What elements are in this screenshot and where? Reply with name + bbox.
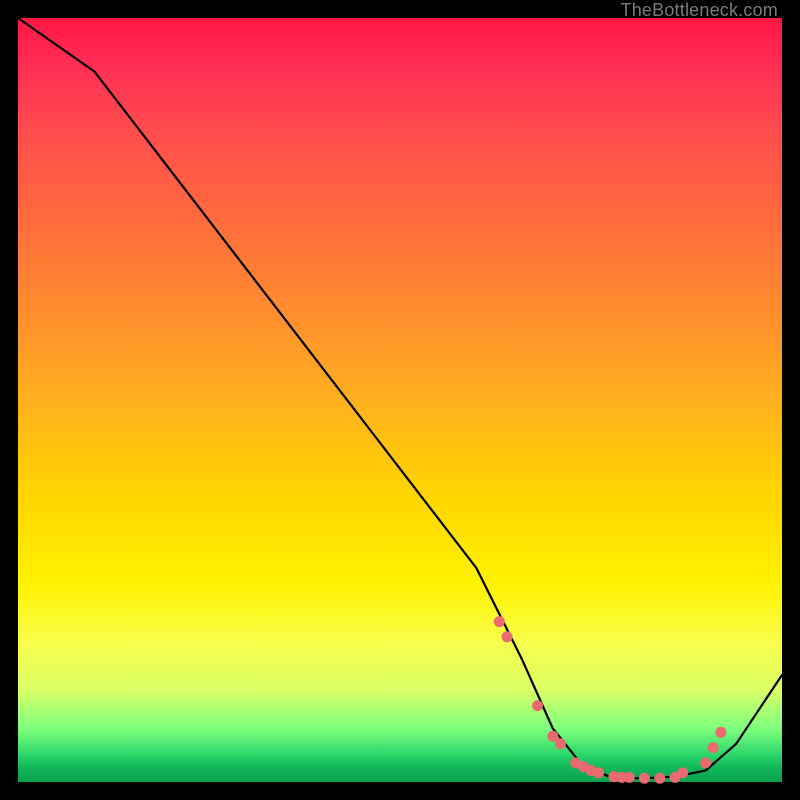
highlight-dot — [655, 773, 665, 783]
highlight-dot — [502, 632, 512, 642]
highlight-dot — [548, 731, 558, 741]
highlight-dot — [701, 758, 711, 768]
highlight-dot — [494, 617, 504, 627]
highlight-dot — [594, 768, 604, 778]
highlight-dots-group — [494, 617, 726, 784]
highlight-dot — [640, 773, 650, 783]
highlight-dot — [555, 739, 565, 749]
watermark-label: TheBottleneck.com — [621, 0, 778, 21]
highlight-dot — [708, 743, 718, 753]
highlight-dot — [716, 727, 726, 737]
plot-area — [18, 18, 782, 782]
bottleneck-curve — [18, 18, 782, 778]
curve-svg — [18, 18, 782, 782]
chart-frame: TheBottleneck.com — [0, 0, 800, 800]
highlight-dot — [533, 701, 543, 711]
highlight-dot — [624, 772, 634, 782]
highlight-dot — [678, 768, 688, 778]
